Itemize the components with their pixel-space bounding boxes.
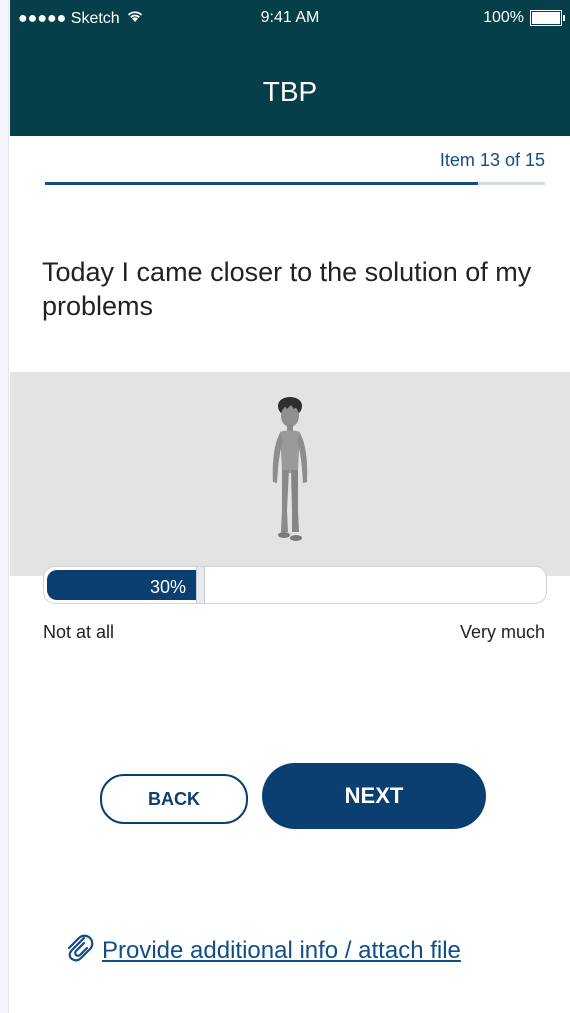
paperclip-icon	[62, 930, 96, 971]
scale-min-label: Not at all	[43, 622, 115, 642]
scale-max-label: Very much	[459, 622, 545, 642]
slider-value-label: 30%	[149, 577, 186, 597]
question-text: Today I came closer to the solution of m…	[42, 257, 532, 321]
avatar-figure	[260, 392, 320, 552]
back-button[interactable]: BACK	[100, 774, 248, 824]
figure-area	[10, 372, 570, 576]
battery-label: 100%	[483, 9, 524, 26]
battery-group: 100%	[483, 9, 565, 27]
battery-icon	[530, 10, 565, 26]
attach-file-label: Provide additional info / attach file	[102, 936, 461, 964]
attach-file-link[interactable]: Provide additional info / attach file	[62, 930, 461, 971]
next-button[interactable]: NEXT	[262, 763, 486, 829]
header-title: TBP	[262, 76, 318, 107]
progress-label: Item 13 of 15	[439, 150, 545, 170]
left-edge	[0, 0, 9, 1013]
slider-handle[interactable]	[196, 567, 205, 603]
slider-fill: 30%	[47, 570, 196, 600]
rating-slider[interactable]: 30%	[43, 566, 547, 604]
progress-track	[45, 182, 545, 185]
app-header: TBP	[10, 36, 570, 136]
status-bar: ●●●●● Sketch 9:41 AM 100%	[10, 0, 570, 36]
progress-fill	[45, 182, 478, 185]
